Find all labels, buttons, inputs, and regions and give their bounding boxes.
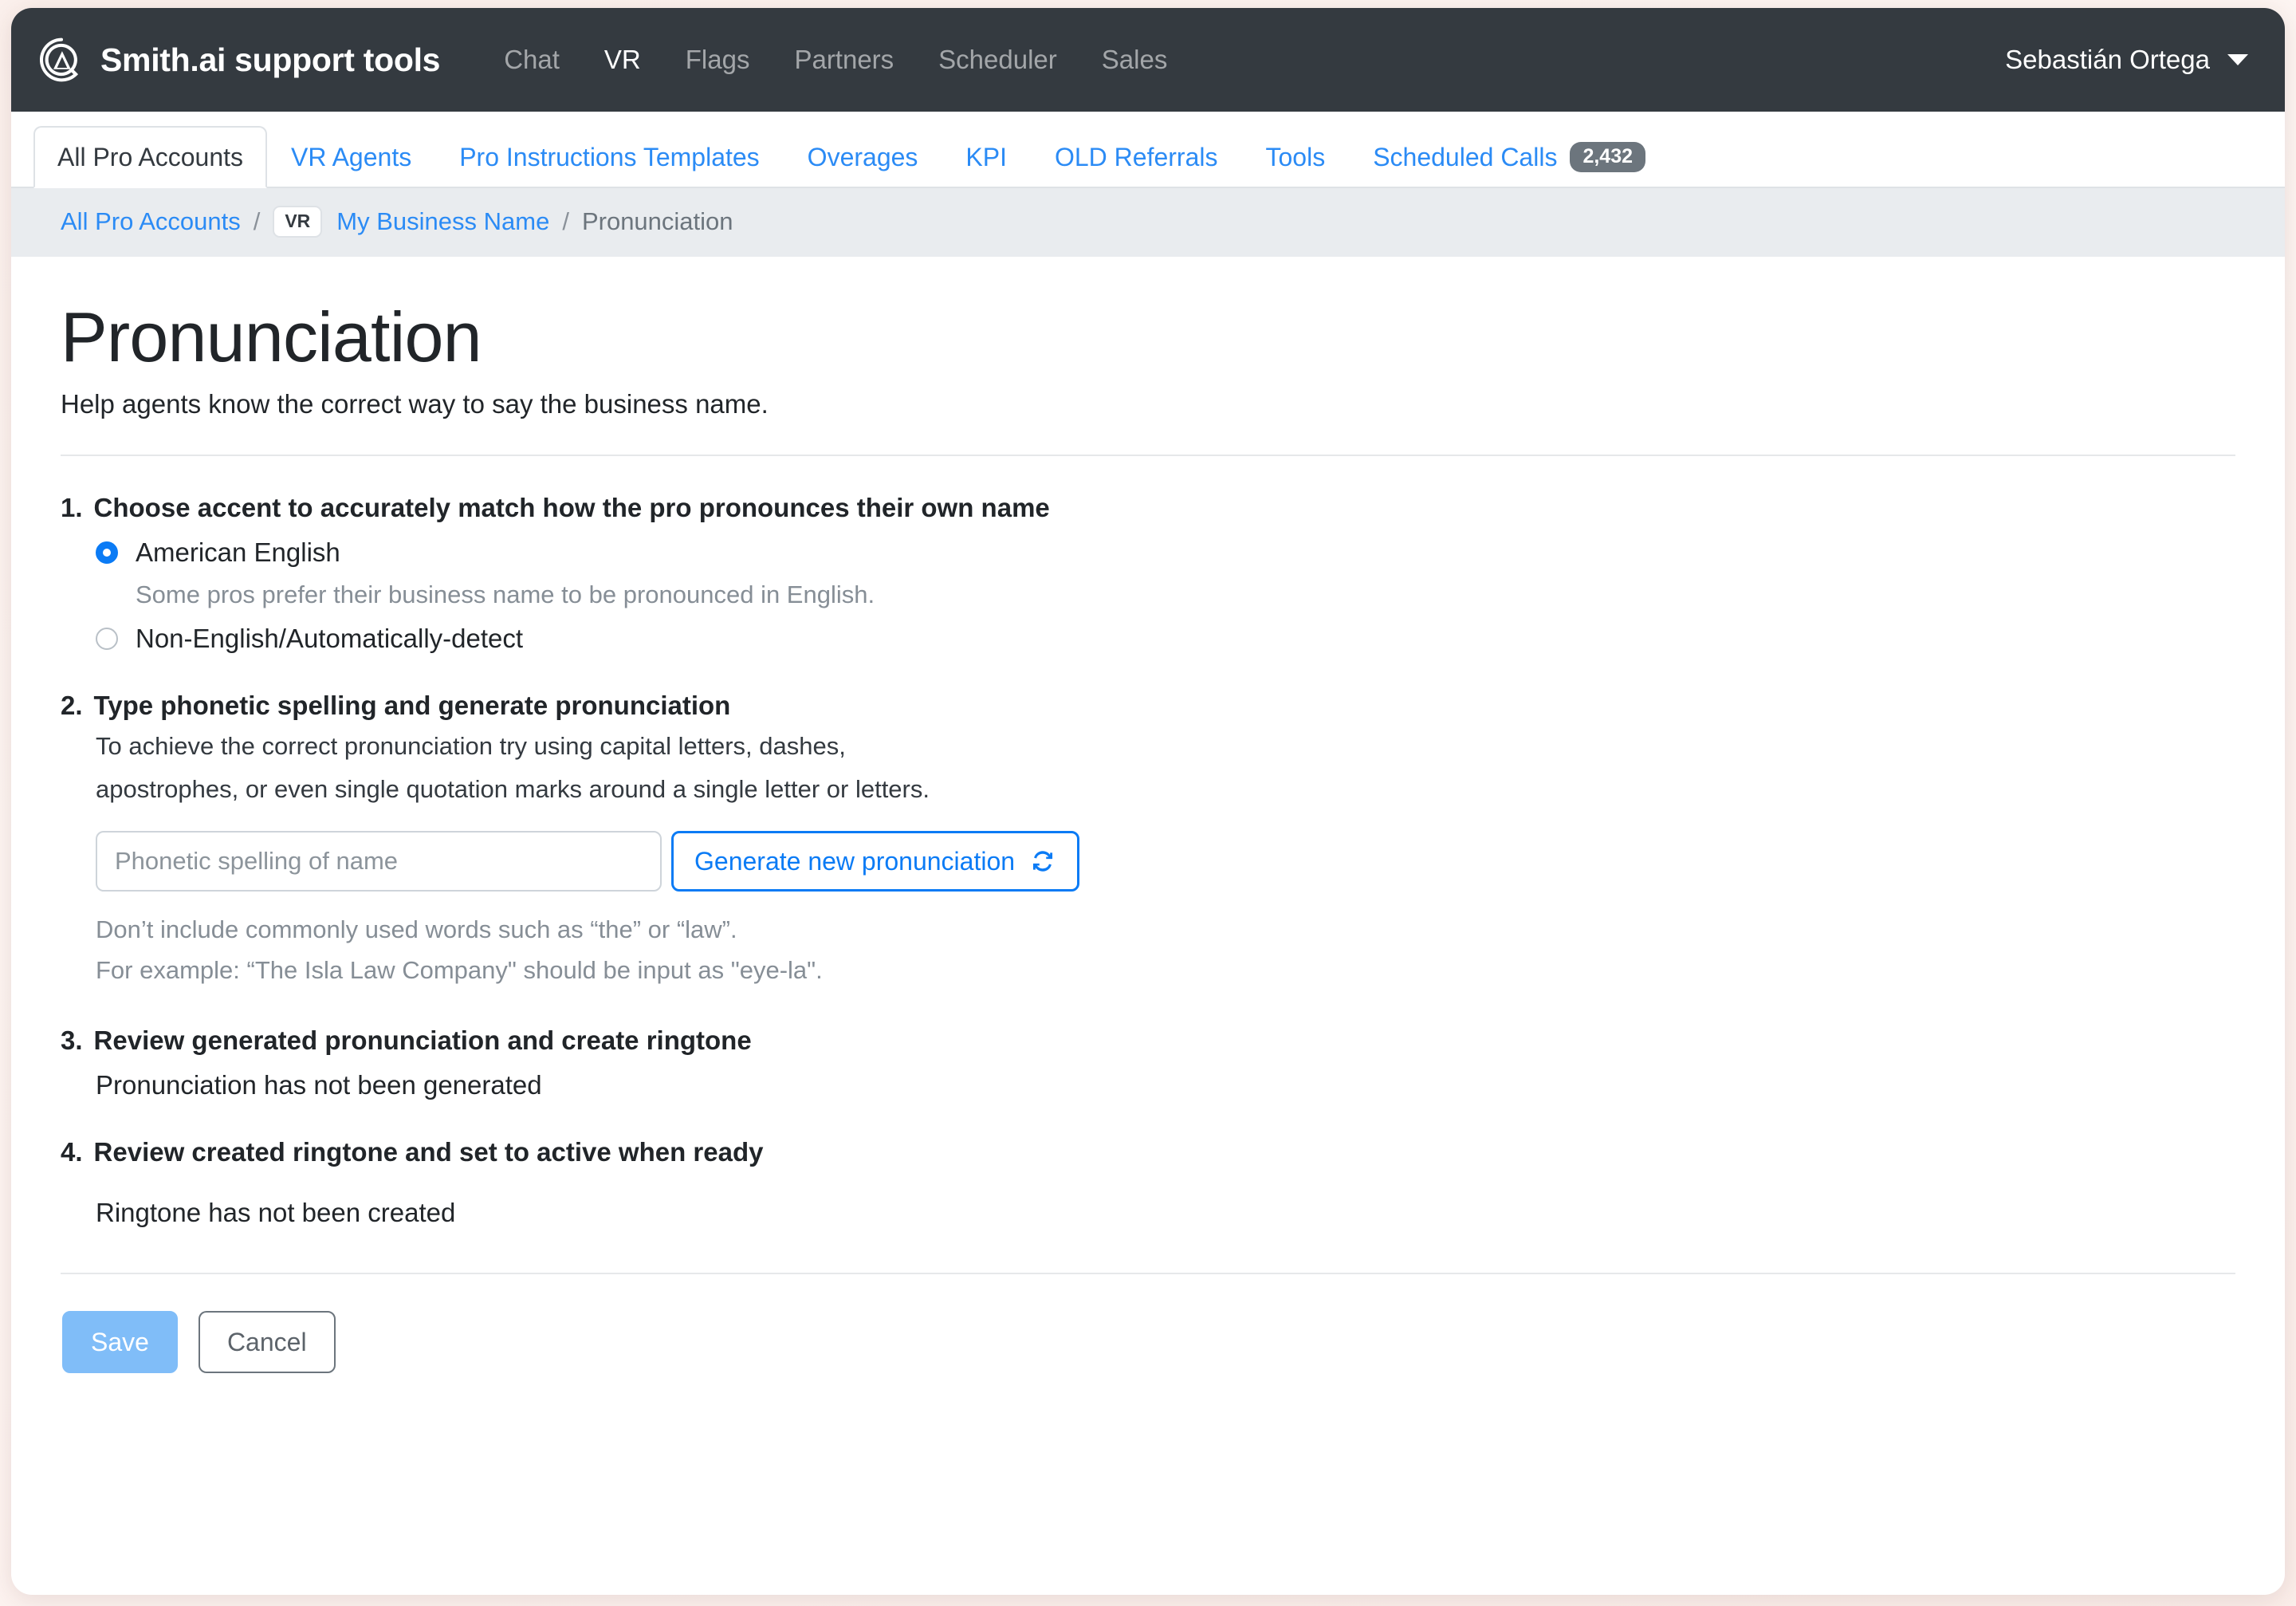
tab-label: All Pro Accounts <box>57 142 243 171</box>
breadcrumb-separator: / <box>253 207 261 236</box>
step-3-heading: 3. Review generated pronunciation and cr… <box>61 1025 2235 1056</box>
breadcrumb: All Pro Accounts / VR My Business Name /… <box>11 188 2285 258</box>
tab-label: Pro Instructions Templates <box>459 142 760 171</box>
breadcrumb-separator: / <box>562 207 569 236</box>
save-button[interactable]: Save <box>62 1311 178 1374</box>
step-4-heading: 4. Review created ringtone and set to ac… <box>61 1137 2235 1167</box>
phonetic-field-row: Generate new pronunciation <box>61 831 2235 892</box>
sync-refresh-icon <box>1033 851 1053 872</box>
tab-all-pro-accounts[interactable]: All Pro Accounts <box>33 126 267 188</box>
nav-link-partners[interactable]: Partners <box>772 45 916 75</box>
app-window: Smith.ai support tools Chat VR Flags Par… <box>11 8 2285 1595</box>
step-1-title: Choose accent to accurately match how th… <box>93 493 1050 523</box>
step-2-description-line-1: To achieve the correct pronunciation try… <box>96 732 846 761</box>
step-2: 2. Type phonetic spelling and generate p… <box>61 691 2235 989</box>
main-content: Pronunciation Help agents know the corre… <box>11 257 2285 1374</box>
tab-label: Scheduled Calls <box>1373 142 1558 171</box>
phonetic-hint-line-1: Don’t include commonly used words such a… <box>96 915 737 944</box>
nav-link-vr[interactable]: VR <box>582 45 663 75</box>
brand[interactable]: Smith.ai support tools <box>38 37 440 83</box>
step-3-title: Review generated pronunciation and creat… <box>93 1025 752 1056</box>
tab-label: VR Agents <box>291 142 412 171</box>
generate-button-label: Generate new pronunciation <box>694 846 1016 876</box>
radio-non-english-icon[interactable] <box>96 628 118 651</box>
pronunciation-status: Pronunciation has not been generated <box>96 1070 542 1100</box>
tab-overages[interactable]: Overages <box>784 126 942 188</box>
brand-title: Smith.ai support tools <box>100 41 441 78</box>
page-title: Pronunciation <box>61 297 482 377</box>
tab-vr-agents[interactable]: VR Agents <box>267 126 435 188</box>
nav-link-scheduler[interactable]: Scheduler <box>916 45 1079 75</box>
step-4-number: 4. <box>61 1137 83 1167</box>
breadcrumb-link-all-pro-accounts[interactable]: All Pro Accounts <box>61 207 241 236</box>
tab-label: OLD Referrals <box>1054 142 1218 171</box>
cancel-button[interactable]: Cancel <box>198 1311 336 1374</box>
content-divider-bottom <box>61 1273 2235 1275</box>
radio-american-english-icon[interactable] <box>96 541 118 565</box>
phonetic-hint-line-2: For example: “The Isla Law Company" shou… <box>96 956 823 985</box>
tab-scheduled-calls[interactable]: Scheduled Calls 2,432 <box>1349 126 1669 188</box>
breadcrumb-current-pronunciation: Pronunciation <box>581 207 733 236</box>
step-3-number: 3. <box>61 1025 83 1056</box>
ringtone-status: Ringtone has not been created <box>96 1198 456 1228</box>
navbar-links: Chat VR Flags Partners Scheduler Sales <box>482 45 1189 75</box>
form-actions: Save Cancel <box>61 1311 2235 1374</box>
radio-label: American English <box>136 537 340 568</box>
tab-label: Overages <box>807 142 918 171</box>
step-4: 4. Review created ringtone and set to ac… <box>61 1137 2235 1228</box>
smith-ai-logo-icon <box>40 37 79 82</box>
nav-link-sales[interactable]: Sales <box>1079 45 1190 75</box>
step-1-heading: 1. Choose accent to accurately match how… <box>61 493 2235 523</box>
nav-link-flags[interactable]: Flags <box>663 45 773 75</box>
step-2-description-line-2: apostrophes, or even single quotation ma… <box>96 775 930 804</box>
tab-label: Tools <box>1265 142 1326 171</box>
radio-option-american-english[interactable]: American English <box>61 537 2235 568</box>
step-1-number: 1. <box>61 493 83 523</box>
nav-link-chat[interactable]: Chat <box>482 45 582 75</box>
tab-old-referrals[interactable]: OLD Referrals <box>1031 126 1242 188</box>
generate-new-pronunciation-button[interactable]: Generate new pronunciation <box>671 831 1080 892</box>
step-2-heading: 2. Type phonetic spelling and generate p… <box>61 691 2235 721</box>
tab-pro-instructions-templates[interactable]: Pro Instructions Templates <box>435 126 783 188</box>
phonetic-spelling-input[interactable] <box>96 831 662 892</box>
scheduled-calls-count-badge: 2,432 <box>1570 142 1645 172</box>
top-navbar: Smith.ai support tools Chat VR Flags Par… <box>11 8 2285 112</box>
step-1: 1. Choose accent to accurately match how… <box>61 493 2235 654</box>
screen: Smith.ai support tools Chat VR Flags Par… <box>0 0 2296 1606</box>
tab-strip: All Pro Accounts VR Agents Pro Instructi… <box>11 112 2285 188</box>
step-2-number: 2. <box>61 691 83 721</box>
tab-kpi[interactable]: KPI <box>942 126 1031 188</box>
step-4-title: Review created ringtone and set to activ… <box>93 1137 764 1167</box>
content-divider-top <box>61 455 2235 457</box>
tab-tools[interactable]: Tools <box>1241 126 1349 188</box>
user-name: Sebastián Ortega <box>2005 45 2210 74</box>
vr-chip-badge: VR <box>273 206 323 238</box>
radio-option-non-english[interactable]: Non-English/Automatically-detect <box>61 624 2235 654</box>
radio-label: Non-English/Automatically-detect <box>136 624 524 654</box>
breadcrumb-link-business[interactable]: My Business Name <box>336 207 549 236</box>
step-3: 3. Review generated pronunciation and cr… <box>61 1025 2235 1100</box>
tab-label: KPI <box>965 142 1007 171</box>
chevron-down-icon <box>2227 54 2248 65</box>
step-2-title: Type phonetic spelling and generate pron… <box>93 691 731 721</box>
user-menu[interactable]: Sebastián Ortega <box>2005 45 2248 75</box>
radio-american-english-help: Some pros prefer their business name to … <box>136 581 875 609</box>
page-subtitle: Help agents know the correct way to say … <box>61 389 769 419</box>
